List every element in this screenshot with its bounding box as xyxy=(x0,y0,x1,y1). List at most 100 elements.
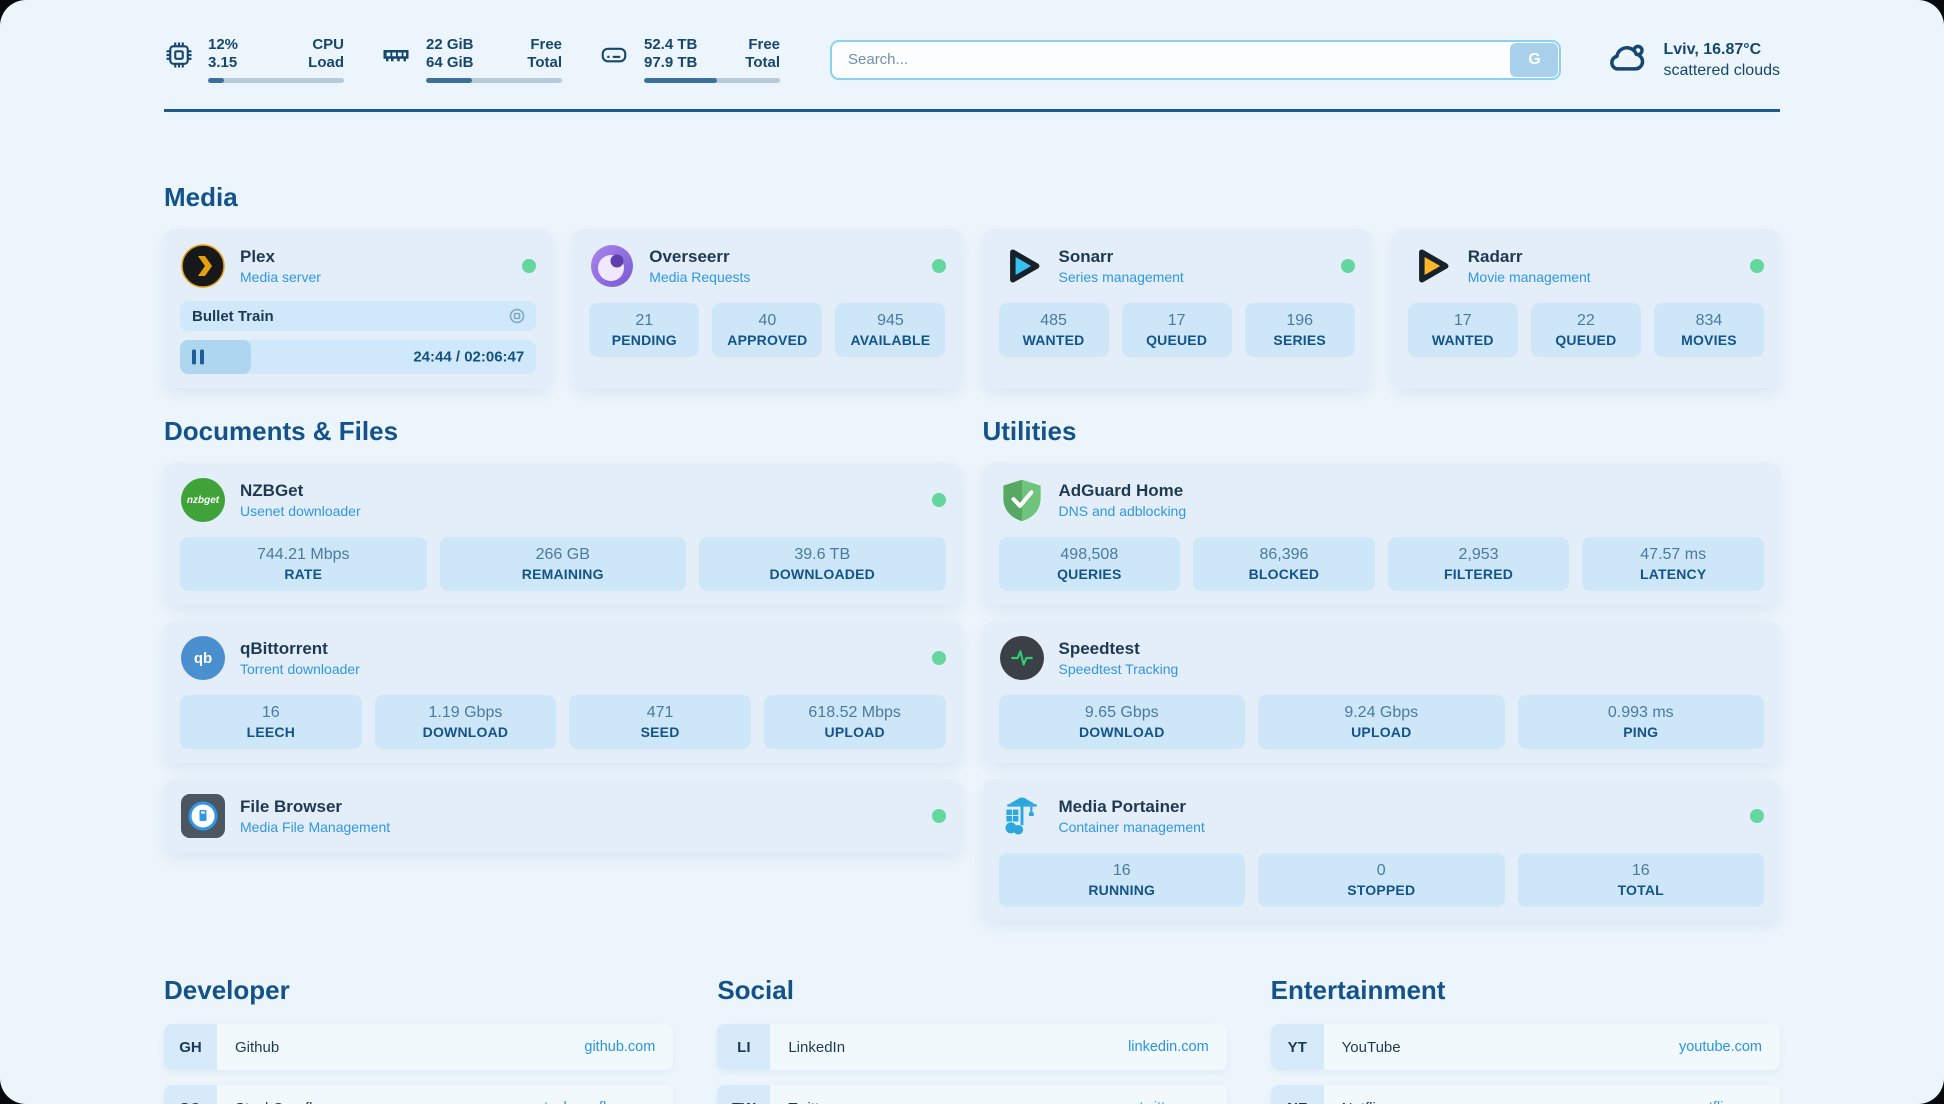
disk-free: 52.4 TB xyxy=(644,36,697,54)
stat-label: QUEUED xyxy=(1130,331,1224,349)
section-title-social: Social xyxy=(717,975,1226,1006)
stat-box: 618.52 Mbps UPLOAD xyxy=(764,695,946,749)
stat-value: 22 xyxy=(1539,310,1633,331)
service-subtitle: Media server xyxy=(240,268,321,286)
nzbget-icon: nzbget xyxy=(180,477,226,523)
disk-stat: 52.4 TB 97.9 TB Free Total xyxy=(598,36,780,83)
playback-time: 24:44 / 02:06:47 xyxy=(413,349,524,366)
link-row-github[interactable]: GH Github github.com xyxy=(164,1024,673,1070)
utilities-column: Utilities AdGuard xyxy=(983,416,1781,921)
link-badge: SO xyxy=(164,1085,217,1104)
link-badge: TW xyxy=(717,1085,770,1104)
stat-box: 0.993 ms PING xyxy=(1518,695,1765,749)
ram-progress-fill xyxy=(426,78,472,83)
link-badge: GH xyxy=(164,1024,217,1070)
stat-label: PENDING xyxy=(597,331,691,349)
cpu-label-2: Load xyxy=(308,54,344,72)
link-badge: NF xyxy=(1271,1085,1324,1104)
stat-value: 47.57 ms xyxy=(1590,544,1756,565)
stat-box: 47.57 ms LATENCY xyxy=(1582,537,1764,591)
disk-label-2: Total xyxy=(745,54,780,72)
stat-label: DOWNLOADED xyxy=(707,565,938,583)
stat-label: TOTAL xyxy=(1526,881,1757,899)
service-title: NZBGet xyxy=(240,480,361,502)
link-url[interactable]: linkedin.com xyxy=(1128,1039,1227,1055)
ram-stat: 22 GiB 64 GiB Free Total xyxy=(380,36,562,83)
stat-box: 9.24 Gbps UPLOAD xyxy=(1258,695,1505,749)
stat-value: 40 xyxy=(720,310,814,331)
stat-box: 86,396 BLOCKED xyxy=(1193,537,1375,591)
stat-label: UPLOAD xyxy=(1266,723,1497,741)
playback-progress-bar[interactable]: 24:44 / 02:06:47 xyxy=(180,340,536,374)
service-card-nzbget[interactable]: nzbget NZBGet Usenet downloader 744.21 M… xyxy=(164,463,962,605)
stat-value: 498,508 xyxy=(1007,544,1173,565)
stat-box: 9.65 Gbps DOWNLOAD xyxy=(999,695,1246,749)
stat-box: 22 QUEUED xyxy=(1531,303,1641,357)
link-row-youtube[interactable]: YT YouTube youtube.com xyxy=(1271,1024,1780,1070)
session-icon[interactable] xyxy=(508,307,526,325)
portainer-icon xyxy=(999,793,1045,839)
stat-box: 834 MOVIES xyxy=(1654,303,1764,357)
radarr-icon xyxy=(1408,243,1454,289)
link-url[interactable]: github.com xyxy=(584,1039,673,1055)
playback-progress-fill xyxy=(180,340,251,374)
pause-icon[interactable] xyxy=(192,350,204,365)
search-input[interactable] xyxy=(830,40,1561,80)
stat-label: LEECH xyxy=(188,723,354,741)
ram-label-2: Total xyxy=(527,54,562,72)
stat-value: 9.24 Gbps xyxy=(1266,702,1497,723)
stat-box: 945 AVAILABLE xyxy=(835,303,945,357)
link-name: YouTube xyxy=(1324,1039,1401,1056)
service-card-filebrowser[interactable]: File Browser Media File Management xyxy=(164,779,962,853)
link-row-stackoverflow[interactable]: SO StackOverflow stackoverflow.com xyxy=(164,1085,673,1104)
stat-value: 9.65 Gbps xyxy=(1007,702,1238,723)
service-card-sonarr[interactable]: Sonarr Series management 485 WANTED 17 Q… xyxy=(983,229,1371,388)
ram-icon xyxy=(380,40,412,75)
service-card-qbittorrent[interactable]: qb qBittorrent Torrent downloader 16 LEE… xyxy=(164,621,962,763)
stat-box: 498,508 QUERIES xyxy=(999,537,1181,591)
stat-value: 16 xyxy=(1526,860,1757,881)
stat-label: STOPPED xyxy=(1266,881,1497,899)
link-row-linkedin[interactable]: LI LinkedIn linkedin.com xyxy=(717,1024,1226,1070)
disk-total: 97.9 TB xyxy=(644,54,697,72)
search-engine-button[interactable]: G xyxy=(1510,43,1558,77)
media-card-grid: Plex Media server Bullet Train xyxy=(164,229,1780,388)
stat-value: 39.6 TB xyxy=(707,544,938,565)
stat-box: 40 APPROVED xyxy=(712,303,822,357)
disk-label-1: Free xyxy=(745,36,780,54)
cpu-icon xyxy=(164,40,194,75)
service-title: Sonarr xyxy=(1059,246,1184,268)
service-card-overseerr[interactable]: Overseerr Media Requests 21 PENDING 40 A… xyxy=(573,229,961,388)
stat-label: QUERIES xyxy=(1007,565,1173,583)
stat-label: UPLOAD xyxy=(772,723,938,741)
section-title-developer: Developer xyxy=(164,975,673,1006)
link-url[interactable]: youtube.com xyxy=(1679,1039,1780,1055)
service-card-plex[interactable]: Plex Media server Bullet Train xyxy=(164,229,552,388)
now-playing-row: Bullet Train xyxy=(180,301,536,331)
stat-box: 16 LEECH xyxy=(180,695,362,749)
service-card-speedtest[interactable]: Speedtest Speedtest Tracking 9.65 Gbps D… xyxy=(983,621,1781,763)
service-card-radarr[interactable]: Radarr Movie management 17 WANTED 22 QUE… xyxy=(1392,229,1780,388)
link-row-netflix[interactable]: NF Netflix netflix.com xyxy=(1271,1085,1780,1104)
stat-label: WANTED xyxy=(1007,331,1101,349)
dashboard-page: 12% 3.15 CPU Load xyxy=(0,0,1944,1104)
link-url[interactable]: twitter.com xyxy=(1139,1100,1226,1104)
stat-box: 485 WANTED xyxy=(999,303,1109,357)
status-dot xyxy=(1750,809,1764,823)
service-card-adguard[interactable]: AdGuard Home DNS and adblocking 498,508 … xyxy=(983,463,1781,605)
stat-value: 485 xyxy=(1007,310,1101,331)
service-subtitle: Series management xyxy=(1059,268,1184,286)
weather-widget: Lviv, 16.87°C scattered clouds xyxy=(1605,38,1780,81)
stat-label: DOWNLOAD xyxy=(383,723,549,741)
service-card-portainer[interactable]: Media Portainer Container management 16 … xyxy=(983,779,1781,921)
stat-box: 2,953 FILTERED xyxy=(1388,537,1570,591)
link-row-twitter[interactable]: TW Twitter twitter.com xyxy=(717,1085,1226,1104)
cpu-stat: 12% 3.15 CPU Load xyxy=(164,36,344,83)
stat-value: 945 xyxy=(843,310,937,331)
disk-progress-track xyxy=(644,78,780,83)
link-url[interactable]: stackoverflow.com xyxy=(537,1100,673,1104)
section-title-entertainment: Entertainment xyxy=(1271,975,1780,1006)
cpu-loadavg: 3.15 xyxy=(208,54,238,72)
stat-box: 17 QUEUED xyxy=(1122,303,1232,357)
link-url[interactable]: netflix.com xyxy=(1693,1100,1780,1104)
